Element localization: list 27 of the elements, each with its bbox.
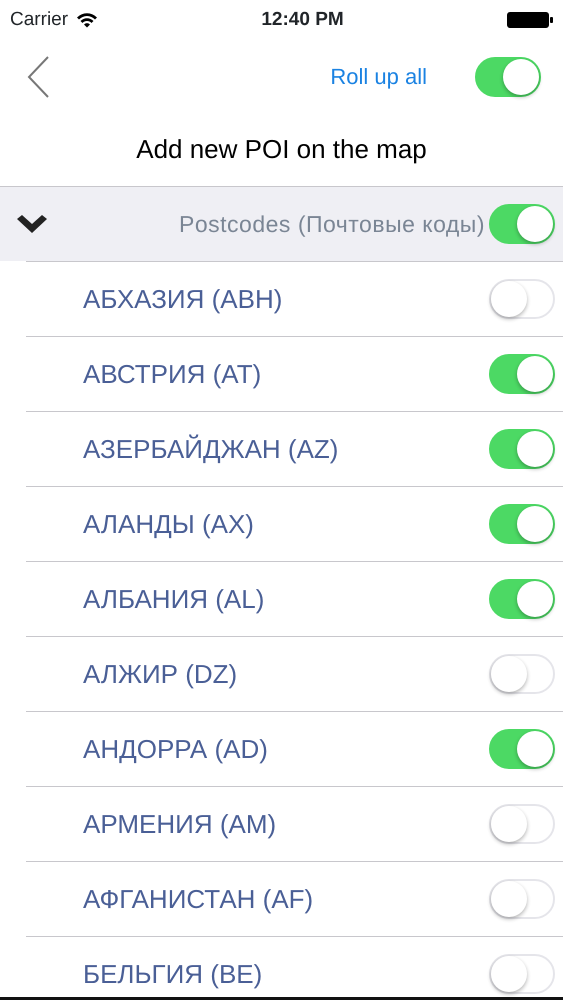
wifi-icon [76, 12, 98, 28]
country-label: АЗЕРБАЙДЖАН (AZ) [83, 432, 338, 466]
toggle-switch[interactable] [489, 579, 555, 619]
country-label: АБХАЗИЯ (ABH) [83, 282, 282, 316]
toggle-switch[interactable] [489, 204, 555, 244]
carrier-label: Carrier [10, 8, 68, 32]
country-label: АЛБАНИЯ (AL) [83, 582, 264, 616]
toggle-switch[interactable] [489, 729, 555, 769]
screen-title: Add new POI on the map [136, 133, 427, 166]
country-label: БЕЛЬГИЯ (BE) [83, 958, 262, 990]
group-label: Postcodes (Почтовые коды) [179, 210, 485, 239]
battery-icon [507, 12, 553, 28]
status-time: 12:40 PM [261, 8, 344, 32]
country-label: АРМЕНИЯ (AM) [83, 808, 276, 840]
chevron-icon[interactable] [16, 214, 48, 234]
country-label: АНДОРРА (AD) [83, 732, 268, 766]
toggle-switch[interactable] [489, 354, 555, 394]
back-icon[interactable] [26, 54, 50, 98]
toggle-switch[interactable] [489, 504, 555, 544]
country-label: АВСТРИЯ (AT) [83, 358, 262, 390]
roll-up-all-button[interactable]: Roll up all [330, 60, 427, 93]
country-label: АЛАНДЫ (AX) [83, 508, 254, 540]
toggle-switch[interactable] [475, 56, 541, 96]
toggle-switch[interactable] [489, 429, 555, 469]
country-label: АФГАНИСТАН (AF) [83, 882, 314, 916]
group-header[interactable]: Postcodes (Почтовые коды) [0, 186, 563, 261]
country-label: АЛЖИР (DZ) [83, 658, 238, 690]
